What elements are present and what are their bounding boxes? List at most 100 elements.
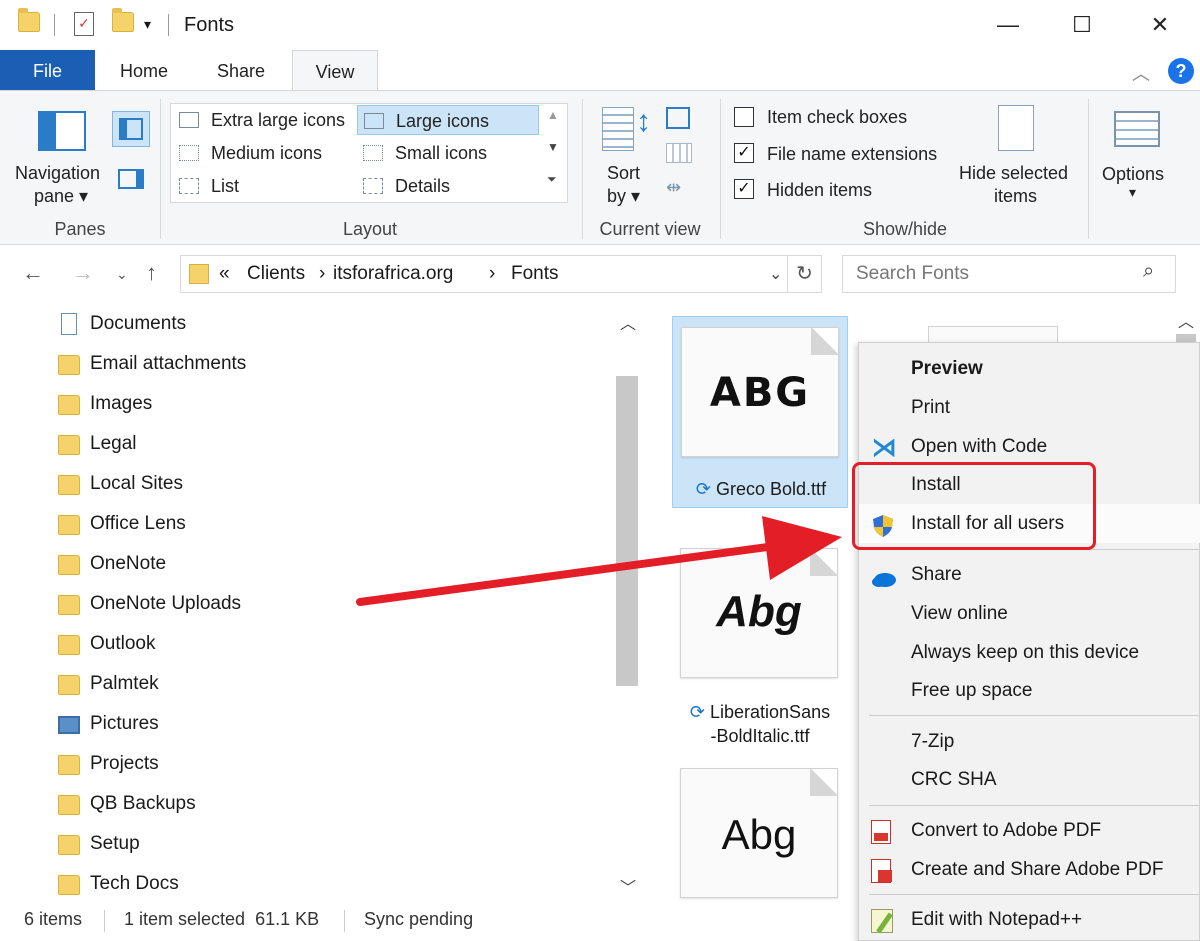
tab-file[interactable]: File [0, 50, 95, 90]
tree-item-setup[interactable]: Setup [56, 824, 140, 864]
scroll-up-icon[interactable]: ︿ [620, 310, 636, 334]
collapse-ribbon-icon[interactable]: ︿ [1132, 60, 1150, 86]
tree-item-documents[interactable]: Documents [56, 304, 186, 344]
menu-item-crc-sha[interactable]: CRC SHA [859, 760, 1200, 799]
file-item-liberationsans-bolditalic[interactable]: Abg ⟳ LiberationSans -BoldItalic.ttf [672, 538, 848, 752]
status-sync: Sync pending [364, 909, 474, 929]
menu-item-7zip[interactable]: 7-Zip [859, 722, 1200, 761]
tree-item-palmtek[interactable]: Palmtek [56, 664, 159, 704]
tree-item-legal[interactable]: Legal [56, 424, 137, 464]
toolbar-separator [54, 14, 55, 36]
address-dropdown-icon[interactable]: ⌄ [769, 264, 782, 284]
navigation-pane-label[interactable]: Navigation [15, 163, 100, 184]
menu-item-share[interactable]: Share [859, 555, 1200, 594]
hide-selected-items-label[interactable]: Hide selected [959, 163, 1068, 184]
tab-share[interactable]: Share [200, 50, 282, 90]
menu-item-open-with-code[interactable]: ⋊ Open with Code [859, 427, 1200, 466]
options-caret[interactable]: ▾ [1129, 184, 1136, 201]
navigation-pane-icon[interactable] [38, 111, 86, 151]
breadcrumb-itsforafrica[interactable]: itsforafrica.org [333, 263, 453, 285]
tree-item-local-sites[interactable]: Local Sites [56, 464, 183, 504]
help-icon[interactable]: ? [1168, 58, 1194, 84]
search-input[interactable]: Search Fonts [856, 263, 969, 285]
menu-item-free-up-space[interactable]: Free up space [859, 671, 1200, 710]
close-button[interactable]: ✕ [1140, 8, 1180, 42]
scroll-down-icon[interactable]: ﹀ [620, 874, 636, 898]
new-folder-icon[interactable] [112, 8, 134, 32]
customize-toolbar-icon[interactable]: ▾ [144, 16, 151, 33]
hide-selected-items-icon[interactable] [998, 105, 1034, 151]
tab-view[interactable]: View [292, 50, 378, 91]
tree-item-onenote-uploads[interactable]: OneNote Uploads [56, 584, 241, 624]
layout-item-label: Large icons [396, 111, 490, 131]
menu-item-print[interactable]: Print [859, 388, 1200, 427]
minimize-button[interactable]: — [988, 8, 1028, 42]
hidden-items-checkbox[interactable]: ✓ [734, 179, 754, 199]
recent-locations-button[interactable]: ⌄ [116, 266, 128, 283]
search-box[interactable]: Search Fonts ⌕ [842, 255, 1176, 293]
add-columns-icon[interactable] [666, 143, 692, 163]
tree-item-email-attachments[interactable]: Email attachments [56, 344, 246, 384]
sort-by-caret[interactable]: by ▾ [607, 186, 640, 207]
breadcrumb-fonts[interactable]: Fonts [511, 263, 559, 285]
forward-button[interactable]: → [72, 260, 94, 286]
file-name-extensions-checkbox[interactable]: ✓ [734, 143, 754, 163]
item-check-boxes-label[interactable]: Item check boxes [767, 107, 907, 128]
hidden-items-label[interactable]: Hidden items [767, 180, 872, 201]
maximize-button[interactable]: ☐ [1062, 8, 1102, 42]
up-button[interactable]: ↑ [146, 260, 157, 286]
tree-item-tech-docs[interactable]: Tech Docs [56, 864, 179, 904]
item-check-boxes-checkbox[interactable] [734, 107, 754, 127]
breadcrumb-separator[interactable]: › [489, 263, 495, 285]
tree-item-office-lens[interactable]: Office Lens [56, 504, 186, 544]
tab-home[interactable]: Home [104, 50, 184, 90]
refresh-icon[interactable]: ↻ [787, 256, 821, 292]
layout-small-icons[interactable]: Small icons [357, 138, 539, 168]
layout-extra-large-icons[interactable]: Extra large icons [173, 105, 353, 135]
file-name-extensions-label[interactable]: File name extensions [767, 144, 937, 165]
tree-item-onenote[interactable]: OneNote [56, 544, 166, 584]
properties-icon[interactable]: ✓ [74, 12, 94, 36]
breadcrumb-clients[interactable]: Clients [247, 263, 305, 285]
back-button[interactable]: ← [22, 260, 44, 286]
menu-item-view-online[interactable]: View online [859, 594, 1200, 633]
breadcrumb-separator[interactable]: › [319, 263, 325, 285]
gallery-scroll-down[interactable]: ▼ [547, 140, 559, 154]
file-item-third-font[interactable]: Abg [672, 758, 848, 900]
layout-list[interactable]: List [173, 171, 353, 201]
navigation-pane-caret[interactable]: pane ▾ [34, 186, 88, 207]
sort-by-icon[interactable] [602, 107, 634, 151]
layout-details[interactable]: Details [357, 171, 539, 201]
menu-item-always-keep[interactable]: Always keep on this device [859, 633, 1200, 672]
gallery-expand[interactable]: ⏷ [547, 172, 557, 187]
menu-item-create-and-share-adobe-pdf[interactable]: Create and Share Adobe PDF [859, 850, 1200, 889]
navigation-pane-scrollbar[interactable]: ︿ ﹀ [614, 302, 640, 900]
gallery-scroll-up[interactable]: ▲ [547, 108, 559, 122]
tree-item-outlook[interactable]: Outlook [56, 624, 155, 664]
annotation-highlight-box [852, 462, 1096, 550]
folder-icon [58, 875, 80, 895]
scroll-up-icon[interactable]: ︿ [1178, 308, 1194, 332]
menu-item-preview[interactable]: Preview [859, 349, 1200, 388]
details-pane-icon[interactable] [118, 169, 144, 189]
group-by-icon[interactable] [666, 107, 690, 129]
tree-item-projects[interactable]: Projects [56, 744, 159, 784]
scrollbar-thumb[interactable] [616, 376, 638, 686]
tree-item-pictures[interactable]: Pictures [56, 704, 159, 744]
file-item-greco-bold[interactable]: ABG ⟳ Greco Bold.ttf [672, 316, 848, 508]
tree-item-qb-backups[interactable]: QB Backups [56, 784, 196, 824]
menu-item-convert-to-adobe-pdf[interactable]: Convert to Adobe PDF [859, 811, 1200, 850]
options-label[interactable]: Options [1102, 164, 1164, 185]
layout-large-icons[interactable]: Large icons [357, 105, 539, 135]
options-icon[interactable] [1114, 111, 1160, 147]
hide-selected-items-label-2[interactable]: items [994, 186, 1037, 207]
menu-item-edit-with-notepad[interactable]: Edit with Notepad++ [859, 900, 1200, 939]
address-bar[interactable]: « Clients › itsforafrica.org › Fonts ⌄ ↻ [180, 255, 822, 293]
sort-by-label[interactable]: Sort [607, 163, 640, 184]
menu-item-label: Share [911, 564, 962, 585]
layout-medium-icons[interactable]: Medium icons [173, 138, 353, 168]
preview-pane-icon[interactable] [112, 111, 150, 147]
size-columns-icon[interactable]: ⇹ [666, 177, 681, 198]
breadcrumb-overflow[interactable]: « [219, 263, 230, 285]
tree-item-images[interactable]: Images [56, 384, 152, 424]
